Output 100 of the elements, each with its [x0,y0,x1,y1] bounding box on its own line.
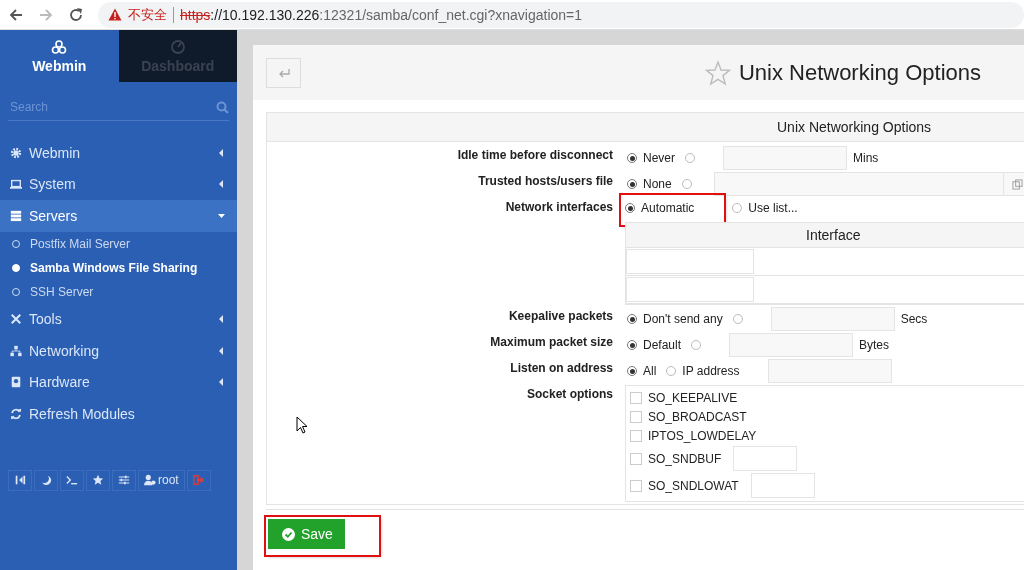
menu-item[interactable]: Tools [0,303,237,335]
field-label: Trusted hosts/users file [478,173,613,190]
gauge-icon [169,38,186,55]
checkbox[interactable] [630,479,642,492]
collapse-icon[interactable] [8,469,32,491]
laptop-icon [10,178,22,191]
checkbox-label: SO_SNDBUF [648,451,722,466]
return-arrow-icon [277,67,290,78]
menu-item[interactable]: Refresh Modules [0,398,237,430]
text-field[interactable] [733,446,798,471]
field-label: Socket options [527,386,613,403]
menu-item[interactable]: Webmin [0,137,237,169]
radio-button[interactable] [627,179,637,189]
menu-item[interactable]: Servers [0,200,237,232]
option-label: Don't send any [643,312,723,326]
field-label: Keepalive packets [508,308,613,325]
radio-button[interactable] [732,203,743,213]
text-field[interactable] [729,333,854,357]
caret-icon [218,378,225,387]
tools-icon [10,313,22,326]
option-label: Use list... [748,201,798,215]
radio-button[interactable] [627,314,637,324]
checkbox[interactable] [630,429,642,442]
radio-button[interactable] [627,340,637,350]
back-button[interactable] [266,57,301,88]
caret-icon [218,315,225,324]
warning-icon [108,8,122,21]
caret-icon [218,211,225,220]
option-label: Default [643,338,682,352]
table-header: Unix Networking Options [267,113,1024,142]
interface-field[interactable] [626,277,754,302]
option-label: Automatic [641,201,695,215]
text-field[interactable] [723,146,847,170]
radio-button[interactable] [627,153,637,163]
checkbox-label: SO_SNDLOWAT [648,478,739,493]
caret-icon [218,180,225,189]
checkbox[interactable] [630,452,642,465]
back-icon[interactable] [8,6,24,23]
text-field[interactable] [770,307,895,331]
checkbox-label: SO_KEEPALIVE [648,390,738,405]
checkbox-label: IPTOS_LOWDELAY [648,428,757,443]
drive-icon [10,376,22,389]
submenu-item[interactable]: Samba Windows File Sharing [0,255,237,280]
settings-icon [10,146,22,159]
radio-button[interactable] [627,366,637,376]
radio-button[interactable] [625,203,635,213]
address-bar[interactable]: 不安全 https://10.192.130.226:12321/samba/conf_net.cgi?xnavigation=1 [98,1,1024,28]
option-label: Never [643,151,675,165]
caret-icon [218,346,225,355]
radio-button[interactable] [666,366,677,376]
user-icon [144,474,156,486]
checkbox-label: SO_BROADCAST [648,409,747,424]
copy-icon [1011,178,1023,190]
menu-item[interactable]: Hardware [0,366,237,398]
radio-button[interactable] [685,153,695,163]
unit-label: Mins [853,151,879,165]
menu-item[interactable]: System [0,168,237,200]
security-label: 不安全 [128,5,167,24]
unit-label: Bytes [859,338,890,352]
file-chooser-button[interactable] [1003,172,1024,196]
text-field[interactable] [750,473,815,498]
url-text: https://10.192.130.226:12321/samba/conf_net.cgi?xnavigation=1 [180,6,583,23]
reload-icon[interactable] [68,6,84,23]
radio-button[interactable] [691,340,702,350]
checkbox[interactable] [630,410,642,423]
radio-button[interactable] [681,179,692,189]
moon-icon[interactable] [34,469,58,491]
text-field[interactable] [713,172,1004,196]
option-label: All [643,364,657,378]
search-icon[interactable] [216,100,229,114]
caret-icon [218,148,225,157]
field-label: Network interfaces [505,199,613,216]
checkbox[interactable] [630,391,642,404]
server-icon [10,209,22,222]
menu-item[interactable]: Networking [0,335,237,367]
submenu-item[interactable]: SSH Server [0,279,237,304]
logo-icon [51,38,68,55]
field-label: Maximum packet size [490,334,613,351]
cursor-icon [296,416,308,434]
field-label: Listen on address [510,360,613,377]
refresh-icon [10,407,22,420]
text-field[interactable] [767,359,892,383]
page-title: Unix Networking Options [738,59,981,86]
interface-field[interactable] [626,249,754,274]
user-menu-button[interactable]: root [138,469,185,491]
submenu-item[interactable]: Postfix Mail Server [0,231,237,256]
check-icon [282,527,295,541]
forward-icon[interactable] [38,6,54,23]
field-label: Idle time before disconnect [457,147,613,164]
table-header: Interface [626,223,1024,248]
star-icon[interactable] [704,59,731,86]
save-button[interactable]: Save [268,519,345,549]
search-field[interactable]: Search [8,99,172,115]
sliders-icon[interactable] [112,469,136,491]
option-label: None [643,177,672,191]
unit-label: Secs [900,312,928,326]
radio-button[interactable] [732,314,743,324]
network-icon [10,344,22,357]
terminal-icon[interactable] [60,469,84,491]
logout-icon[interactable] [186,469,211,491]
